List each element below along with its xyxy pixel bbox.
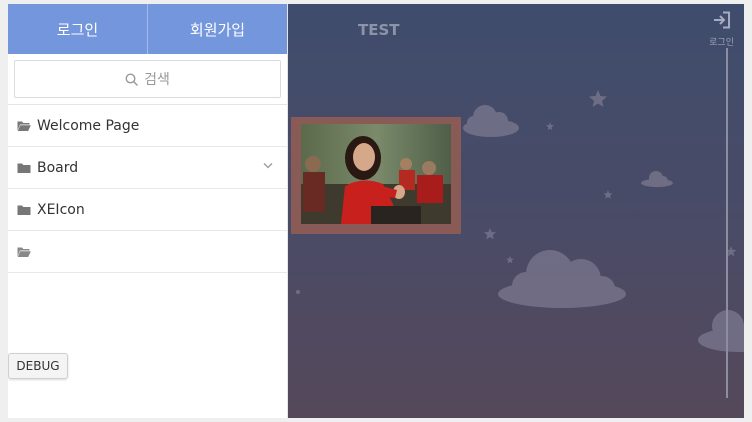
auth-bar: 로그인 회원가입: [8, 4, 287, 54]
search-label: 검색: [144, 72, 170, 88]
star-icon: [603, 190, 613, 199]
menu-item-welcome-page[interactable]: Welcome Page: [8, 105, 287, 147]
menu-item-xeicon[interactable]: XEIcon: [8, 189, 287, 231]
star-icon: [484, 228, 496, 240]
menu-item-untitled[interactable]: [8, 231, 287, 273]
signup-button-label: 회원가입: [189, 20, 246, 39]
folder-open-icon: [17, 247, 31, 257]
menu-item-label: Welcome Page: [37, 117, 140, 134]
menu-item-label: Board: [37, 159, 79, 176]
photo-image: [301, 124, 451, 224]
signup-button[interactable]: 회원가입: [147, 4, 287, 54]
search-area: 검색: [8, 54, 287, 105]
folder-open-icon: [17, 121, 31, 131]
header-login-label: 로그인: [709, 38, 734, 48]
folder-icon: [17, 163, 31, 173]
debug-button-label: DEBUG: [16, 359, 60, 373]
search-input[interactable]: 검색: [14, 60, 281, 98]
debug-button[interactable]: DEBUG: [8, 353, 68, 379]
featured-photo[interactable]: [291, 117, 461, 234]
site-brand[interactable]: TEST: [358, 21, 400, 39]
cloud-icon: [641, 171, 673, 187]
header-login-link[interactable]: 로그인: [709, 10, 734, 48]
cloud-icon: [698, 310, 744, 352]
login-button[interactable]: 로그인: [8, 4, 147, 54]
star-icon: [589, 90, 607, 107]
scrollbar[interactable]: [726, 48, 728, 398]
star-icon: [506, 256, 514, 264]
folder-icon: [17, 205, 31, 215]
sidebar: 로그인 회원가입 검색 Welcome Page Board XEIcon DE…: [8, 4, 288, 418]
sign-in-icon: [713, 11, 730, 29]
star-icon: [546, 122, 554, 131]
search-icon: [125, 72, 138, 86]
cloud-icon: [463, 105, 519, 137]
menu-list: Welcome Page Board XEIcon: [8, 105, 287, 273]
main-content: TEST 로그인: [288, 4, 744, 418]
app-frame: 로그인 회원가입 검색 Welcome Page Board XEIcon DE…: [8, 4, 744, 418]
chevron-down-icon[interactable]: [263, 162, 273, 169]
login-button-label: 로그인: [56, 20, 99, 39]
cloud-icon: [498, 250, 626, 308]
menu-item-label: XEIcon: [37, 201, 85, 218]
menu-item-board[interactable]: Board: [8, 147, 287, 189]
